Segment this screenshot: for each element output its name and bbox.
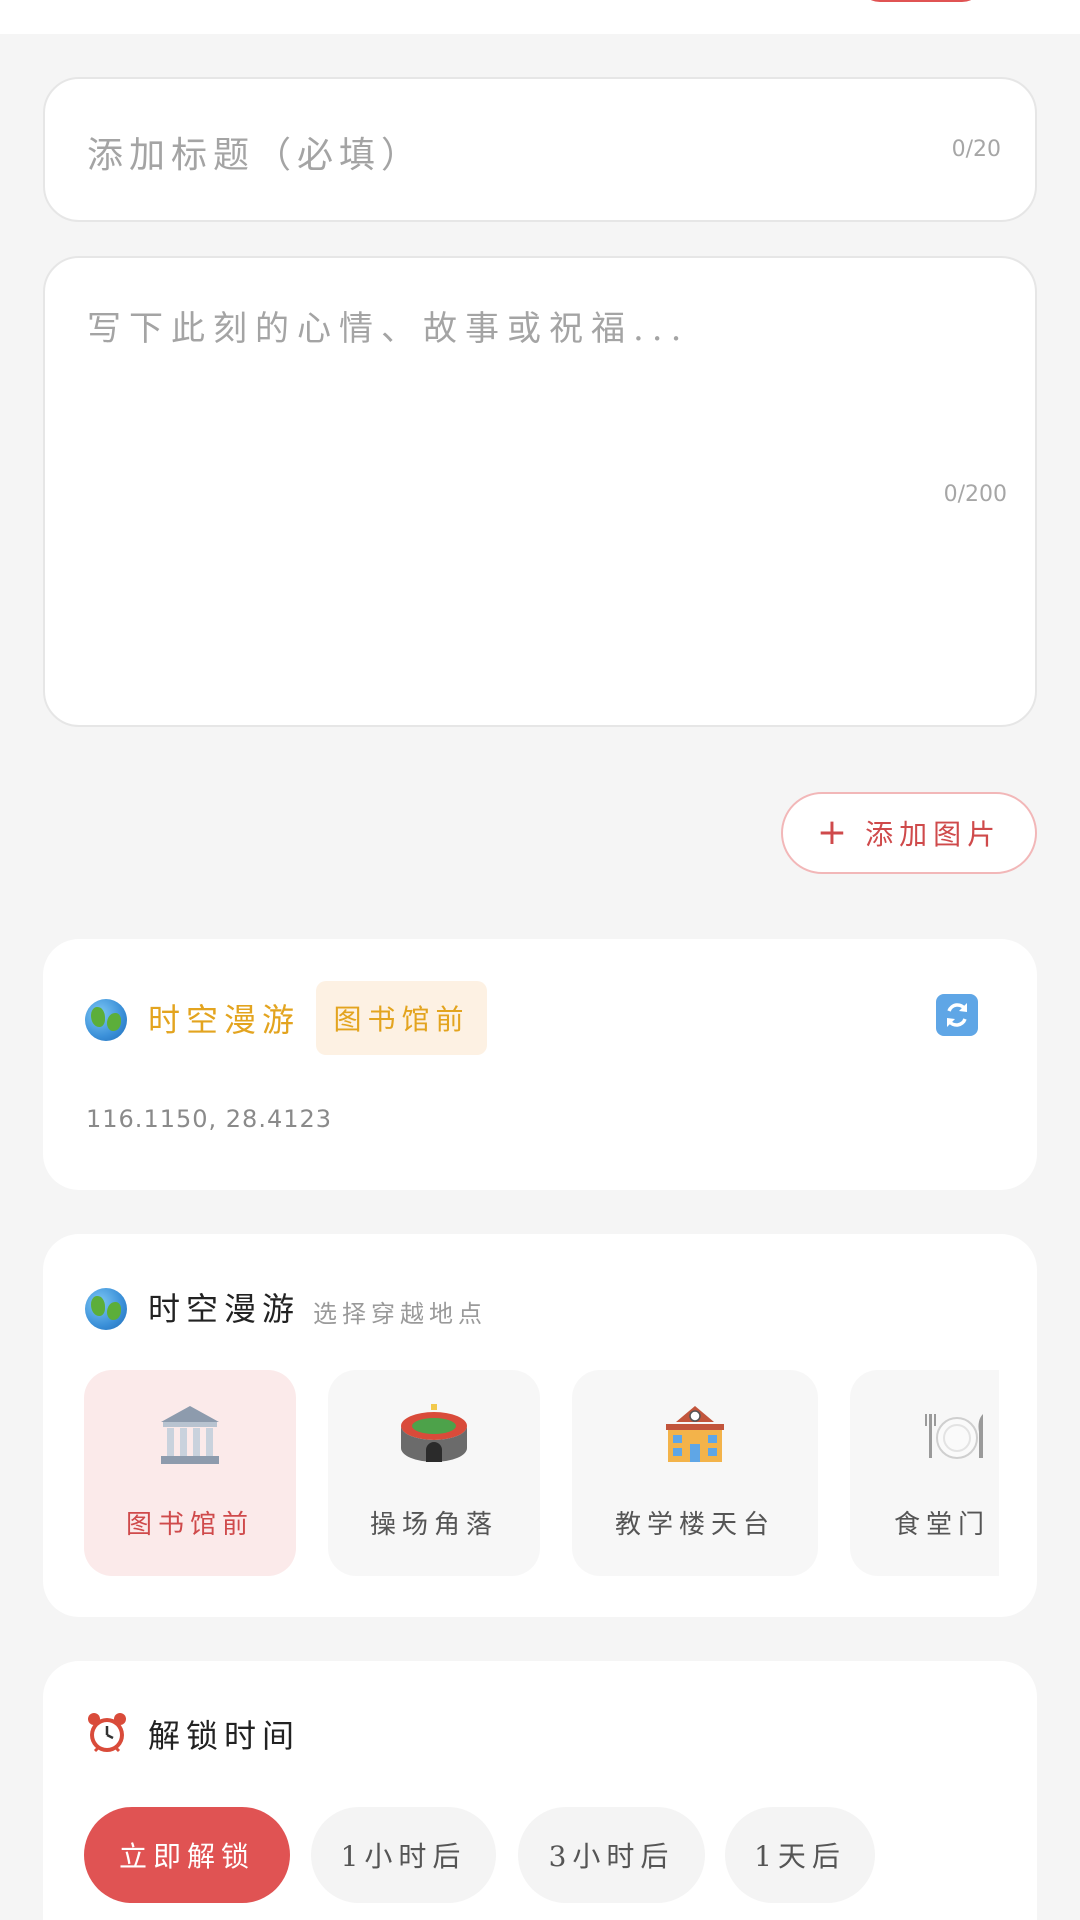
- unlock-time-card: 解锁时间 立即解锁 1小时后 3小时后 1天后: [43, 1661, 1037, 1920]
- title-card: 0/20: [43, 77, 1037, 222]
- location-summary-title: 时空漫游: [148, 1001, 301, 1039]
- title-char-counter: 0/20: [951, 137, 1001, 162]
- location-picker-subtitle: 选择穿越地点: [313, 1300, 487, 1328]
- location-picker-card: 时空漫游 选择穿越地点 图书馆前 操场角落 教学楼天台 食堂门: [43, 1234, 1037, 1617]
- unlock-now-button[interactable]: 立即解锁: [84, 1807, 290, 1903]
- location-option-playground[interactable]: 操场角落: [328, 1370, 540, 1576]
- school-icon: [666, 1406, 724, 1462]
- unlock-3-hours-button[interactable]: 3小时后: [518, 1807, 705, 1903]
- location-options-scroller[interactable]: 图书馆前 操场角落 教学楼天台 食堂门: [84, 1370, 999, 1576]
- selected-location-tag: 图书馆前: [316, 981, 487, 1055]
- location-option-library[interactable]: 图书馆前: [84, 1370, 296, 1576]
- dining-icon: [925, 1414, 983, 1459]
- content-char-counter: 0/200: [943, 482, 1007, 507]
- content-card: 0/200: [43, 256, 1037, 727]
- publish-button-edge[interactable]: [858, 0, 984, 2]
- location-option-rooftop[interactable]: 教学楼天台: [572, 1370, 818, 1576]
- location-option-label: 食堂门: [894, 1510, 991, 1540]
- top-bar: [0, 0, 1080, 34]
- location-option-label: 操场角落: [369, 1510, 498, 1540]
- location-picker-title: 时空漫游: [148, 1290, 301, 1328]
- refresh-icon[interactable]: [936, 994, 978, 1036]
- location-option-label: 图书馆前: [125, 1510, 254, 1540]
- unlock-time-title: 解锁时间: [148, 1717, 301, 1755]
- title-input[interactable]: [87, 127, 887, 183]
- location-option-canteen[interactable]: 食堂门: [850, 1370, 999, 1576]
- add-image-label: 添加图片: [865, 818, 1002, 851]
- globe-icon: [85, 1288, 127, 1330]
- stadium-icon: [401, 1404, 467, 1462]
- coordinates-text: 116.1150, 28.4123: [86, 1105, 333, 1133]
- unlock-1-hour-button[interactable]: 1小时后: [311, 1807, 496, 1903]
- plus-icon: +: [816, 812, 848, 853]
- library-icon: [161, 1406, 219, 1464]
- location-option-label: 教学楼天台: [614, 1510, 775, 1540]
- globe-icon: [85, 999, 127, 1041]
- alarm-clock-icon: [88, 1713, 126, 1753]
- unlock-1-day-button[interactable]: 1天后: [725, 1807, 875, 1903]
- location-summary-card: 时空漫游 图书馆前 116.1150, 28.4123: [43, 939, 1037, 1190]
- content-textarea[interactable]: [87, 306, 987, 686]
- add-image-button[interactable]: + 添加图片: [781, 792, 1037, 874]
